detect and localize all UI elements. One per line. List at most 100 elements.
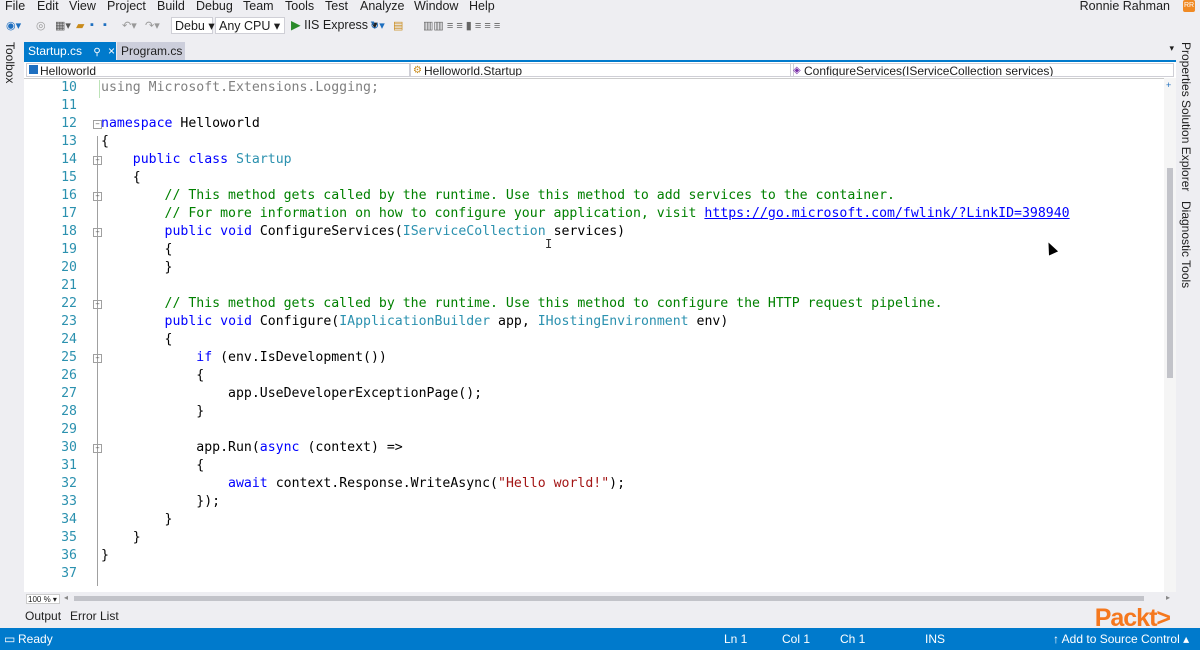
status-bar: ▭ Ready Ln 1 Col 1 Ch 1 INS ↑ Add to Sou… [0,628,1200,650]
toolbox-tab[interactable]: Toolbox [3,42,17,83]
line-text: public void Configure(IApplicationBuilde… [164,314,729,329]
bottom-tool-tabs: Output Error List [24,606,1176,628]
pin-icon[interactable]: ⚲ [93,47,100,58]
properties-tab[interactable]: Properties [1179,42,1193,97]
code-line: 35 } [24,529,1164,547]
menu-tools[interactable]: Tools [285,0,314,13]
line-number: 27 [61,386,77,401]
menu-edit[interactable]: Edit [37,0,59,13]
back-icon[interactable]: ◉▾ [6,19,21,32]
line-number: 30 [61,440,77,455]
code-editor[interactable]: 10 using Microsoft.Extensions.Logging; 11… [24,79,1164,597]
user-avatar-icon[interactable]: RR [1183,0,1195,12]
menu-window[interactable]: Window [414,0,458,13]
menu-project[interactable]: Project [107,0,146,13]
line-text: } [101,512,173,527]
menu-build[interactable]: Build [157,0,185,13]
zoom-select[interactable]: 100 % ▾ [26,594,60,604]
menu-file[interactable]: File [5,0,25,13]
line-text: { [101,170,141,185]
tab-error-list[interactable]: Error List [70,609,119,623]
insert-mode-indicator: INS [925,632,946,646]
line-number: 15 [61,170,77,185]
menu-test[interactable]: Test [325,0,348,13]
line-text: { [101,458,205,473]
line-text: }); [101,494,221,509]
text-cursor-icon: I [545,237,553,251]
menu-debug[interactable]: Debug [196,0,233,13]
browser-link-icon[interactable]: ▤ [393,19,403,32]
project-dropdown[interactable]: Helloworld [26,63,410,77]
save-all-icon[interactable]: ▪ [103,19,107,31]
user-name[interactable]: Ronnie Rahman [1080,0,1170,13]
type-dropdown[interactable]: ⚙ Helloworld.Startup [410,63,794,77]
close-icon[interactable]: × [108,44,115,58]
line-number: 24 [61,332,77,347]
platform-select[interactable]: Any CPU ▾ [215,17,285,34]
toolbar: ◉▾ ◎ ▦▾ ▰ ▪ ▪ ↶▾ ↷▾ Debu ▾ Any CPU ▾ ▶ I… [0,14,1200,38]
code-line: 14− public class Startup [24,151,1164,169]
tab-output[interactable]: Output [25,609,61,623]
tab-label: Program.cs [121,44,183,58]
diagnostic-tools-tab[interactable]: Diagnostic Tools [1179,201,1193,288]
menu-analyze[interactable]: Analyze [360,0,404,13]
toolbar-icon-group[interactable]: ▥▥ ≡ ≡ ▮ ≡ ≡ ≡ [423,19,500,32]
code-line: 16− // This method gets called by the ru… [24,187,1164,205]
line-text: } [101,404,205,419]
method-icon: ◈ [793,65,801,76]
line-text: // This method gets called by the runtim… [101,188,895,203]
refresh-icon[interactable]: ↻▾ [370,19,385,32]
forward-icon[interactable]: ◎ [36,19,46,32]
line-number: 11 [61,98,77,113]
line-number: 23 [61,314,77,329]
tab-startup-cs[interactable]: Startup.cs ⚲ × [24,42,116,60]
code-line: 31 { [24,457,1164,475]
save-icon[interactable]: ▪ [90,19,94,31]
line-text: app.Run(async (context) => [101,440,403,455]
vertical-scroll-thumb[interactable] [1167,168,1173,378]
zoom-label: 100 % [28,595,51,604]
menu-help[interactable]: Help [469,0,495,13]
class-icon: ⚙ [413,65,422,76]
horizontal-scroll-thumb[interactable] [74,596,1144,601]
code-line: 25− if (env.IsDevelopment()) [24,349,1164,367]
line-text: { [101,332,173,347]
vertical-scrollbar[interactable]: + [1164,78,1176,598]
line-indicator: Ln 1 [724,632,748,646]
redo-icon[interactable]: ↷▾ [145,19,160,32]
menu-bar: File Edit View Project Build Debug Team … [0,0,1200,14]
code-line: 11 [24,97,1164,115]
undo-icon[interactable]: ↶▾ [122,19,137,32]
scroll-right-icon[interactable]: ▸ [1166,593,1170,602]
fwlink-url[interactable]: https://go.microsoft.com/fwlink/?LinkID=… [704,206,1069,221]
new-project-icon[interactable]: ▦▾ [55,19,71,32]
line-text: // This method gets called by the runtim… [101,296,943,311]
split-icon[interactable]: + [1166,80,1171,90]
solution-explorer-tab[interactable]: Solution Explorer [1179,100,1193,191]
line-text: public class Startup [132,152,292,167]
code-line: 34 } [24,511,1164,529]
line-text: } [101,260,173,275]
left-tool-rail: Toolbox [0,38,24,628]
add-to-source-control-button[interactable]: ↑ Add to Source Control ▴ [1053,632,1189,646]
code-line: 19 { [24,241,1164,259]
line-text: app.UseDeveloperExceptionPage(); [101,386,483,401]
tab-overflow-icon[interactable]: ▾ [1169,43,1174,54]
line-number: 17 [61,206,77,221]
tab-program-cs[interactable]: Program.cs [117,42,185,60]
scroll-left-icon[interactable]: ◂ [64,593,68,602]
menu-team[interactable]: Team [243,0,274,13]
code-line: 17 // For more information on how to con… [24,205,1164,223]
member-label: ConfigureServices(IServiceCollection ser… [804,64,1054,77]
run-button[interactable]: ▶ IIS Express ▾ [291,17,378,34]
code-line: 12− namespace Helloworld [24,115,1164,133]
open-file-icon[interactable]: ▰ [76,19,84,32]
code-line: 28 } [24,403,1164,421]
line-text: { [101,134,109,149]
tab-label: Startup.cs [28,44,83,58]
member-dropdown[interactable]: ◈ ConfigureServices(IServiceCollection s… [790,63,1174,77]
menu-view[interactable]: View [69,0,96,13]
configuration-select[interactable]: Debu ▾ [171,17,215,34]
horizontal-scroll-row: 100 % ▾ ◂ ▸ [24,592,1176,606]
code-line: 27 app.UseDeveloperExceptionPage(); [24,385,1164,403]
